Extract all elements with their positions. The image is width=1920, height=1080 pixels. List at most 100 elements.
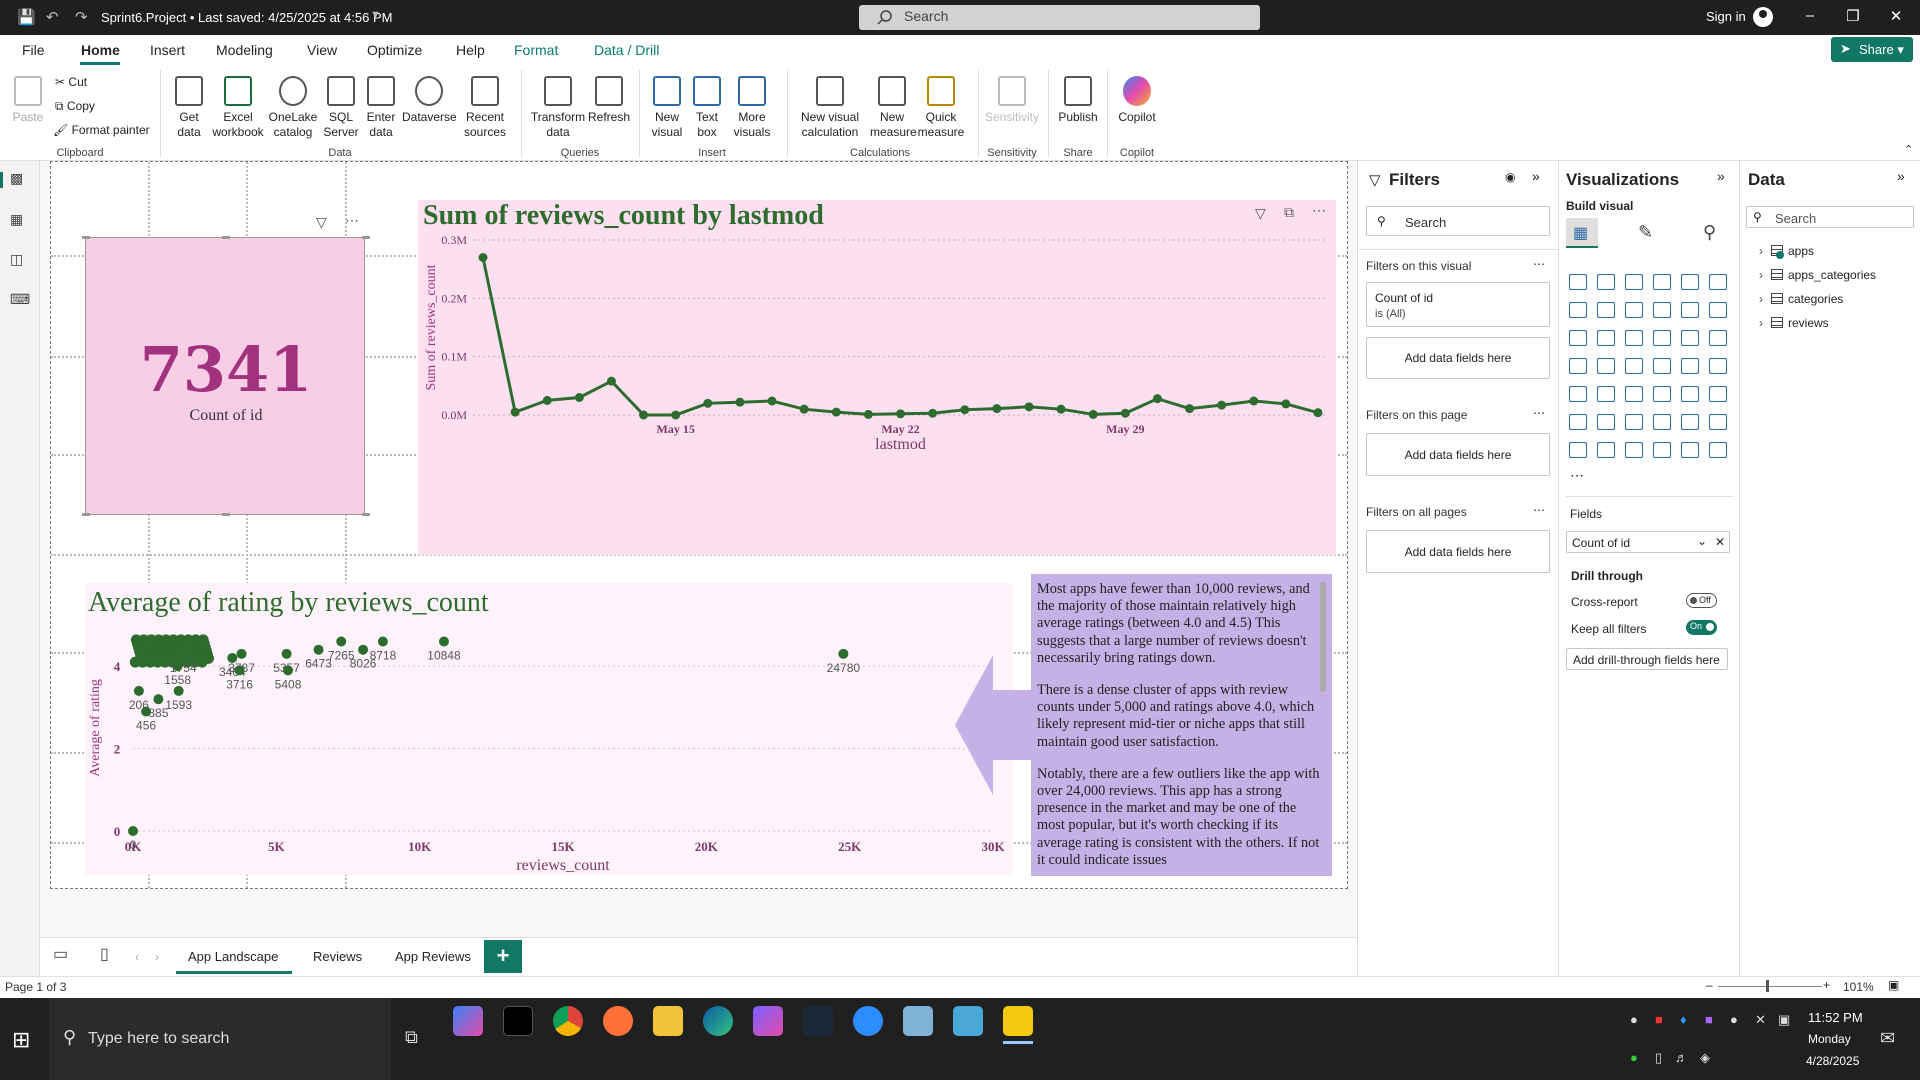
new-visual-button[interactable]: New visual <box>648 76 686 140</box>
share-button[interactable]: ➤ Share ▾ <box>1831 37 1913 62</box>
visual-type-icon[interactable] <box>1569 330 1587 346</box>
quick-measure-button[interactable]: Quick measure <box>916 76 966 140</box>
notification-icon[interactable]: ✉ <box>1880 1028 1895 1049</box>
visual-type-icon[interactable] <box>1653 414 1671 430</box>
battery-icon[interactable]: ▯ <box>1655 1050 1662 1066</box>
resize-handle[interactable] <box>222 513 230 516</box>
visual-type-icon[interactable] <box>1709 302 1727 318</box>
more-options-icon[interactable]: ⋯ <box>1533 406 1545 420</box>
table-apps-categories[interactable]: › apps_categories <box>1759 268 1876 282</box>
file-explorer-icon[interactable] <box>653 1006 683 1036</box>
scatter-chart-visual[interactable]: Average of rating by reviews_count 0 2 4 0K… <box>85 583 1013 875</box>
add-data-fields-page[interactable]: Add data fields here <box>1366 433 1550 476</box>
visual-type-icon[interactable] <box>1709 442 1727 458</box>
add-drill-through-fields[interactable]: Add drill-through fields here <box>1566 648 1728 670</box>
fit-to-page-icon[interactable]: ▣ <box>1888 978 1899 992</box>
volume-icon[interactable]: ♬ <box>1675 1050 1688 1065</box>
windows-start-icon[interactable]: ⊞ <box>12 1027 30 1053</box>
add-data-fields-visual[interactable]: Add data fields here <box>1366 337 1550 379</box>
search-input[interactable]: Search <box>859 5 1260 30</box>
table-apps[interactable]: › apps <box>1759 244 1814 258</box>
sql-server-button[interactable]: SQL Server <box>322 76 360 140</box>
visual-type-icon[interactable] <box>1597 386 1615 402</box>
resize-handle[interactable] <box>362 236 370 239</box>
visual-type-icon[interactable] <box>1569 302 1587 318</box>
table-view-icon[interactable]: ▦ <box>10 211 28 227</box>
visual-type-icon[interactable] <box>1653 358 1671 374</box>
save-icon[interactable]: 💾 <box>17 8 36 26</box>
card-visual[interactable]: 7341 Count of id <box>82 236 370 516</box>
chevron-right-icon[interactable]: › <box>1759 244 1771 258</box>
visual-type-icon[interactable] <box>1653 442 1671 458</box>
text-box-button[interactable]: Text box <box>690 76 724 140</box>
visual-type-icon[interactable] <box>1709 274 1727 290</box>
firefox-icon[interactable] <box>603 1006 633 1036</box>
visual-type-icon[interactable] <box>1653 274 1671 290</box>
tray-app-icon[interactable]: ■ <box>1655 1012 1663 1027</box>
mw-app-icon[interactable] <box>503 1006 533 1036</box>
page-tab-reviews[interactable]: Reviews <box>313 949 362 964</box>
mobile-layout-icon[interactable]: ▯ <box>100 944 109 964</box>
close-icon[interactable]: ✕ <box>1886 7 1906 25</box>
more-visuals-button[interactable]: More visuals <box>728 76 776 140</box>
field-well-count-of-id[interactable]: Count of id ⌄ ✕ <box>1566 531 1730 553</box>
resize-handle[interactable] <box>362 513 370 516</box>
zoom-out-icon[interactable]: – <box>1706 978 1713 992</box>
visual-type-icon[interactable] <box>1709 358 1727 374</box>
visual-type-icon[interactable] <box>1653 386 1671 402</box>
copilot-button[interactable]: Copilot <box>1114 76 1160 125</box>
game-app-icon[interactable] <box>803 1006 833 1036</box>
snowflake-app-icon[interactable] <box>953 1006 983 1036</box>
menu-data-drill[interactable]: Data / Drill <box>594 42 659 58</box>
onenote-tray-icon[interactable]: ■ <box>1705 1012 1713 1027</box>
visual-type-icon[interactable] <box>1597 442 1615 458</box>
visual-type-icon[interactable] <box>1653 302 1671 318</box>
chrome-icon[interactable] <box>553 1006 583 1036</box>
add-page-button[interactable]: + <box>484 940 522 973</box>
collapse-ribbon-icon[interactable]: ⌃ <box>1904 143 1913 156</box>
cross-report-toggle[interactable]: Off <box>1686 593 1717 608</box>
visual-type-icon[interactable] <box>1681 386 1699 402</box>
visual-type-icon[interactable] <box>1569 386 1587 402</box>
filter-card-count-of-id[interactable]: Count of id is (All) <box>1366 282 1550 327</box>
more-options-icon[interactable]: ⋯ <box>1533 257 1545 271</box>
chevron-right-icon[interactable]: › <box>1759 268 1771 282</box>
chevron-down-icon[interactable]: ▼ <box>370 9 381 21</box>
text-scrollbar[interactable] <box>1320 582 1326 692</box>
visual-type-icon[interactable] <box>1709 414 1727 430</box>
notes-app-icon[interactable] <box>903 1006 933 1036</box>
next-page-icon[interactable]: › <box>155 950 159 964</box>
transform-data-button[interactable]: Transform data <box>530 76 586 140</box>
menu-file[interactable]: File <box>22 42 45 58</box>
text-box-visual[interactable]: Most apps have fewer than 10,000 reviews… <box>1031 574 1332 876</box>
add-data-fields-all[interactable]: Add data fields here <box>1366 530 1550 573</box>
visual-type-icon[interactable] <box>1597 302 1615 318</box>
remove-field-icon[interactable]: ✕ <box>1715 535 1725 549</box>
visual-type-icon[interactable] <box>1597 330 1615 346</box>
tray-app-icon[interactable]: ▣ <box>1778 1012 1790 1028</box>
more-options-icon[interactable]: ⋯ <box>1312 202 1326 219</box>
power-bi-app-icon[interactable] <box>1003 1006 1033 1036</box>
resize-handle[interactable] <box>82 513 90 516</box>
page-tab-app-reviews[interactable]: App Reviews <box>395 949 471 964</box>
menu-modeling[interactable]: Modeling <box>216 42 273 58</box>
enter-data-button[interactable]: Enter data <box>362 76 400 140</box>
menu-view[interactable]: View <box>307 42 337 58</box>
visual-type-icon[interactable] <box>1681 358 1699 374</box>
more-options-icon[interactable]: ⋯ <box>345 212 359 229</box>
get-data-button[interactable]: Get data <box>170 76 208 140</box>
cut-button[interactable]: ✂ Cut <box>55 75 87 89</box>
taskbar-search-input[interactable]: Type here to search <box>49 998 391 1080</box>
visual-type-icon[interactable] <box>1569 274 1587 290</box>
bluetooth-icon[interactable]: ♦ <box>1680 1012 1687 1027</box>
keep-filters-toggle[interactable]: On <box>1686 620 1717 635</box>
chevron-right-icon[interactable]: › <box>1759 292 1771 306</box>
visual-type-icon[interactable] <box>1625 330 1643 346</box>
publish-button[interactable]: Publish <box>1056 76 1100 125</box>
visual-type-icon[interactable] <box>1709 330 1727 346</box>
refresh-button[interactable]: Refresh <box>588 76 630 125</box>
visual-type-icon[interactable] <box>1625 274 1643 290</box>
menu-optimize[interactable]: Optimize <box>367 42 422 58</box>
more-visuals-ellipsis-icon[interactable]: ⋯ <box>1570 467 1584 484</box>
chevron-down-icon[interactable]: ⌄ <box>1697 534 1707 548</box>
